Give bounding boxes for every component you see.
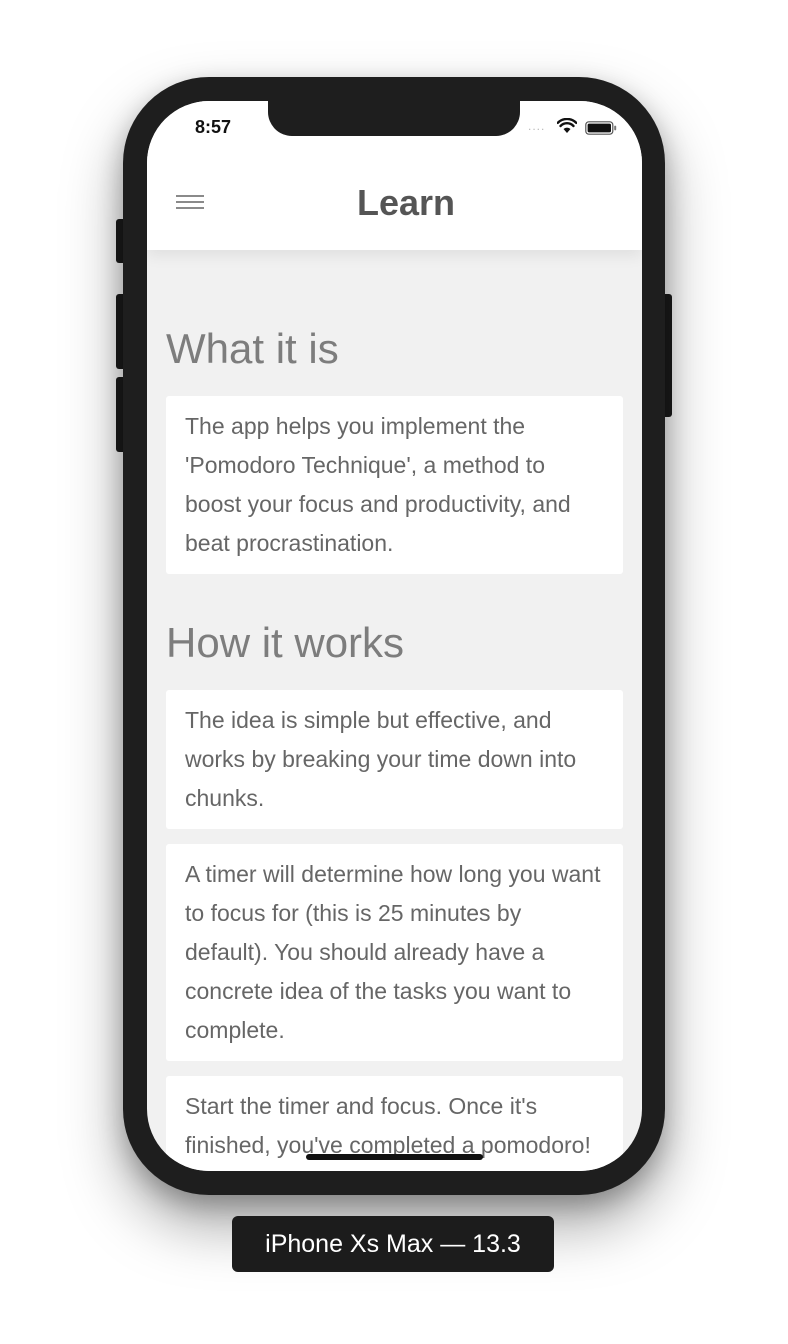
home-indicator[interactable] bbox=[306, 1154, 483, 1160]
phone-screen: 8:57 .... Learn What it is The app helps… bbox=[147, 101, 642, 1171]
learn-content[interactable]: What it is The app helps you implement t… bbox=[166, 250, 623, 1171]
section-title-how-it-works: How it works bbox=[166, 619, 405, 666]
info-card: The idea is simple but effective, and wo… bbox=[166, 690, 623, 829]
simulator-stage: 8:57 .... Learn What it is The app helps… bbox=[0, 0, 788, 1344]
status-time: 8:57 bbox=[195, 117, 232, 137]
section-title-what-it-is: What it is bbox=[166, 325, 339, 372]
notch bbox=[268, 101, 520, 136]
info-card: The app helps you implement the 'Pomodor… bbox=[166, 396, 623, 574]
device-label: iPhone Xs Max — 13.3 bbox=[232, 1216, 554, 1272]
info-card: A timer will determine how long you want… bbox=[166, 844, 623, 1061]
page-title: Learn bbox=[356, 182, 456, 223]
navigation-header: Learn bbox=[147, 149, 642, 250]
battery-icon bbox=[585, 121, 617, 135]
signal-icon: .... bbox=[528, 119, 546, 133]
wifi-icon bbox=[557, 118, 577, 133]
